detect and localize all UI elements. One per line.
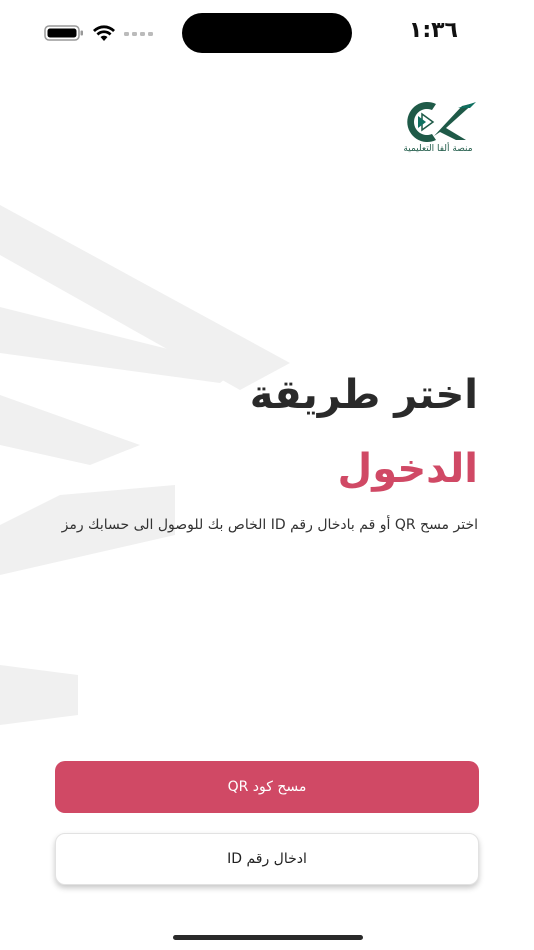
page-title: اختر طريقة	[249, 372, 478, 418]
login-description: اختر مسح QR أو قم بادخال رقم ID الخاص بك…	[61, 517, 478, 533]
dynamic-island	[182, 13, 352, 53]
scan-qr-button[interactable]: مسح كود QR	[55, 761, 479, 813]
logo-caption: منصة ألفا التعليمية	[403, 144, 473, 154]
battery-icon	[44, 25, 83, 41]
home-indicator[interactable]	[173, 935, 363, 940]
app-logo: منصة ألفا التعليمية	[396, 98, 480, 160]
status-time: ١:٣٦	[408, 18, 458, 43]
alpha-logo-icon	[407, 102, 476, 142]
enter-id-button[interactable]: ادخال رقم ID	[55, 833, 479, 885]
page-subtitle: الدخول	[337, 446, 478, 492]
background-chevron-decoration	[0, 205, 290, 725]
wifi-icon	[93, 25, 115, 41]
status-bar: ١:٣٦	[0, 0, 534, 62]
signal-icon	[124, 32, 153, 36]
